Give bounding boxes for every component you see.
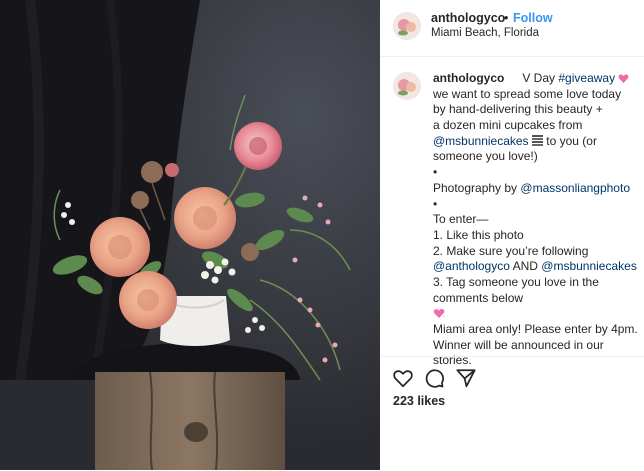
instagram-post: anthologyco • Follow Miami Beach, Florid…	[0, 0, 644, 470]
post-actions: 223 likes	[380, 356, 644, 471]
post-photo[interactable]	[0, 0, 380, 470]
photo-credit-prefix: Photography by	[433, 180, 518, 195]
comment-bubble-icon[interactable]	[423, 367, 445, 389]
caption-line: someone you love!)	[433, 149, 538, 164]
post-header: anthologyco • Follow Miami Beach, Florid…	[380, 0, 644, 57]
caption-line: we want to spread some love today	[433, 86, 622, 101]
mention-photographer-link[interactable]: @massonliangphoto	[520, 181, 630, 195]
caption-line: to you (or	[546, 133, 597, 148]
to-enter-heading: To enter—	[433, 212, 489, 227]
likes-count[interactable]: 223 likes	[393, 394, 445, 408]
post-caption: anthologyco V Day #giveaway we want to sp…	[433, 71, 638, 369]
mention-bakery-link[interactable]: @msbunniecakes	[541, 259, 637, 273]
bullet: •	[433, 196, 438, 211]
floral-avatar-icon[interactable]	[393, 12, 421, 40]
paper-plane-icon[interactable]	[455, 367, 477, 389]
caption-line: by hand-delivering this beauty +	[433, 102, 603, 117]
step-3: 3. Tag someone you love in the	[433, 274, 599, 289]
footer-line: Miami area only! Please enter by 4pm.	[433, 322, 638, 336]
and-word: AND	[512, 259, 538, 274]
caption-title: V Day	[522, 71, 556, 85]
bullet: •	[433, 165, 438, 180]
post-username[interactable]: anthologyco	[431, 11, 505, 25]
mention-bakery-link[interactable]: @msbunniecakes	[433, 134, 529, 148]
header-separator: •	[504, 11, 509, 25]
step-3-continued: comments below	[433, 290, 524, 305]
follow-button[interactable]: Follow	[513, 11, 553, 25]
caption-line: a dozen mini cupcakes from	[433, 118, 583, 133]
heart-outline-icon[interactable]	[392, 367, 414, 389]
hashtag-link[interactable]: #giveaway	[558, 71, 615, 85]
post-location[interactable]: Miami Beach, Florida	[431, 27, 539, 39]
floral-avatar-icon[interactable]	[393, 72, 421, 100]
floral-arrangement-illustration	[0, 0, 380, 470]
mention-account-link[interactable]: @anthologyco	[433, 259, 510, 273]
footer-line: Winner will be announced in our	[433, 337, 604, 352]
step-1: 1. Like this photo	[433, 227, 524, 242]
caption-username[interactable]: anthologyco	[433, 71, 504, 85]
step-2: 2. Make sure you’re following	[433, 243, 589, 258]
post-sidebar: anthologyco • Follow Miami Beach, Florid…	[380, 0, 644, 470]
